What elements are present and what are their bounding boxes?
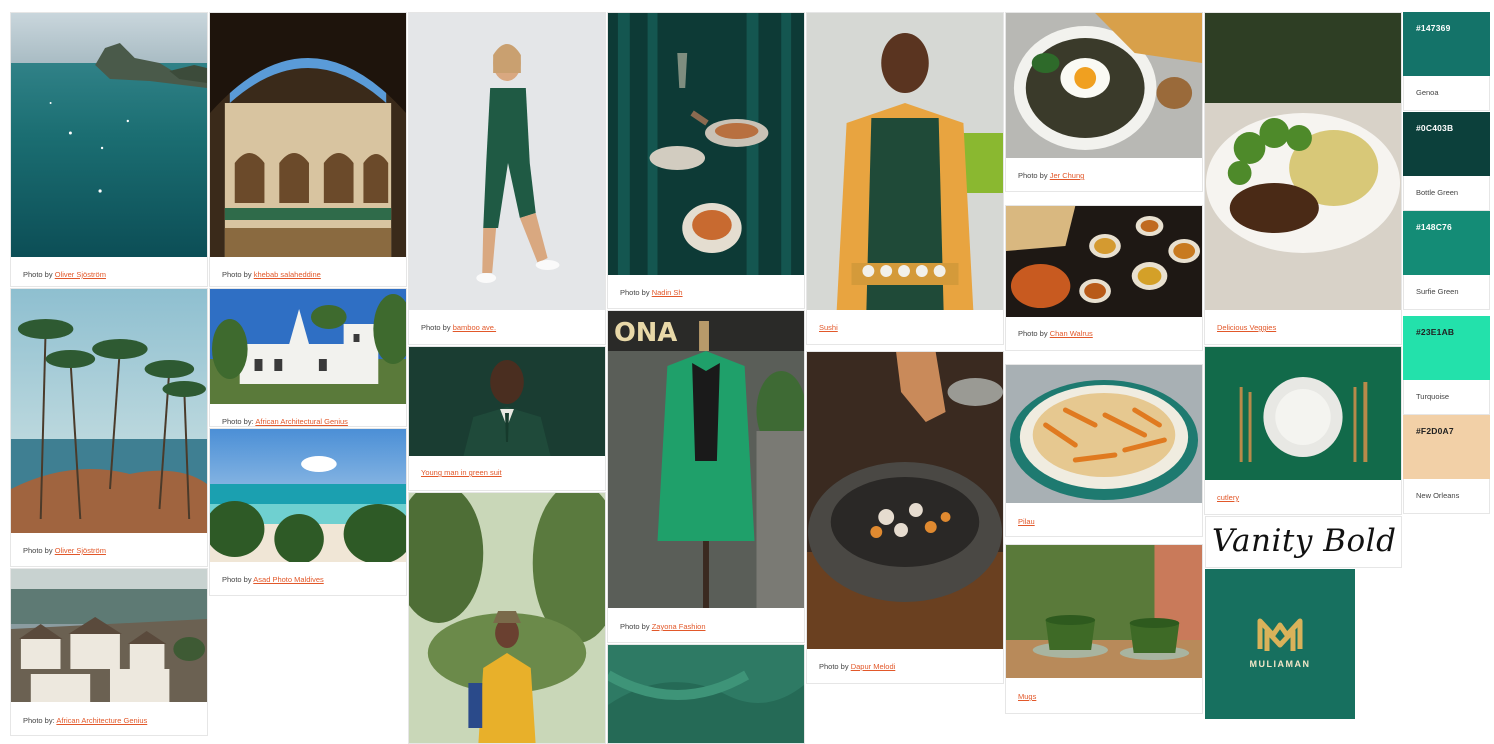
photo-card-white-villa[interactable]: Photo by: African Architectural Genius xyxy=(209,288,407,427)
photographer-link[interactable]: African Architectural Genius xyxy=(255,417,348,426)
plate-cutlery-photo xyxy=(1205,347,1401,480)
muliaman-logo-icon xyxy=(1257,618,1303,651)
swatch-hex: #148C76 xyxy=(1416,222,1452,232)
color-swatch-surfie-green[interactable]: #148C76 Surfie Green xyxy=(1403,211,1490,310)
chef-sushi-photo xyxy=(807,13,1003,310)
photo-card-beach[interactable]: Photo by Asad Photo Maldives xyxy=(209,428,407,596)
photographer-link[interactable]: bamboo ave. xyxy=(453,323,496,332)
swatch-hex: #F2D0A7 xyxy=(1416,426,1454,436)
photo-title-link[interactable]: Mugs xyxy=(1018,692,1036,701)
pilau-fries-photo xyxy=(1006,365,1202,503)
photographer-link[interactable]: Zayona Fashion xyxy=(652,622,706,631)
photographer-link[interactable]: African Architecture Genius xyxy=(56,716,147,725)
photo-title-link[interactable]: Sushi xyxy=(819,323,838,332)
swatch-color-block: #F2D0A7 xyxy=(1403,415,1490,479)
swatch-name: Genoa xyxy=(1416,88,1439,97)
green-mugs-photo xyxy=(1006,545,1202,678)
swatch-color-block: #147369 xyxy=(1403,12,1490,76)
photographer-link[interactable]: Asad Photo Maldives xyxy=(253,575,323,584)
brand-logo-card: MULIAMAN xyxy=(1205,569,1355,719)
caption-prefix: Photo by xyxy=(1018,329,1048,338)
ocean-cliffs-photo xyxy=(11,13,207,257)
swatch-color-block: #148C76 xyxy=(1403,211,1490,275)
photo-title-link[interactable]: Pilau xyxy=(1018,517,1035,526)
photographer-link[interactable]: Dapur Melodi xyxy=(851,662,896,671)
caption-prefix: Photo by xyxy=(620,622,650,631)
color-swatch-bottle-green[interactable]: #0C403B Bottle Green xyxy=(1403,112,1490,211)
color-swatch-new-orleans[interactable]: #F2D0A7 New Orleans xyxy=(1403,415,1490,514)
caption-prefix: Photo by xyxy=(222,575,252,584)
photo-card-stone-bowl[interactable]: Photo by Dapur Melodi xyxy=(806,351,1004,684)
caption-prefix: Photo by xyxy=(1018,171,1048,180)
tropical-beach-photo xyxy=(210,429,406,562)
photographer-link[interactable]: Nadin Sh xyxy=(652,288,683,297)
man-green-suit-photo xyxy=(409,347,605,456)
green-coat-mannequin-photo: ONA xyxy=(608,311,804,608)
photo-card-courtyard[interactable]: Photo by khebab salaheddine xyxy=(209,12,407,287)
photo-card-green-fabric[interactable] xyxy=(607,644,805,744)
caption-prefix: Photo by xyxy=(23,270,53,279)
swatch-hex: #0C403B xyxy=(1416,123,1454,133)
swatch-name: Bottle Green xyxy=(1416,188,1459,197)
photo-card-curtain-dishes[interactable]: Photo by Nadin Sh xyxy=(607,12,805,309)
photographer-link[interactable]: Jer Chung xyxy=(1050,171,1085,180)
egg-rice-bowl-photo xyxy=(1006,13,1202,158)
photo-title-link[interactable]: Delicious Veggies xyxy=(1217,323,1276,332)
woman-green-activewear-photo xyxy=(409,13,605,310)
coastal-village-photo xyxy=(11,569,207,702)
photographer-link[interactable]: Chan Walrus xyxy=(1050,329,1093,338)
photo-title-link[interactable]: Young man in green suit xyxy=(421,468,502,477)
font-sample-text: Vanity Bold xyxy=(1212,523,1397,559)
photo-card-green-suit[interactable]: Young man in green suit xyxy=(408,346,606,491)
photo-card-ocean[interactable]: Photo by Oliver Sjöström xyxy=(10,12,208,287)
svg-text:ONA: ONA xyxy=(614,318,677,348)
curry-spread-photo xyxy=(1006,206,1202,317)
photo-card-sushi-chef[interactable]: Sushi xyxy=(806,12,1004,345)
photographer-link[interactable]: khebab salaheddine xyxy=(254,270,321,279)
photo-card-village[interactable]: Photo by: African Architecture Genius xyxy=(10,568,208,736)
dishes-green-curtain-photo xyxy=(608,13,804,275)
caption-prefix: Photo by xyxy=(222,270,252,279)
photo-card-yellow-hoodie[interactable] xyxy=(408,492,606,744)
photo-card-athlete[interactable]: Photo by bamboo ave. xyxy=(408,12,606,345)
swatch-name: Surfie Green xyxy=(1416,287,1459,296)
courtyard-arches-photo xyxy=(210,13,406,257)
font-sample-card: Vanity Bold xyxy=(1205,516,1402,568)
photo-card-cutlery[interactable]: cutlery xyxy=(1204,346,1402,515)
white-villa-photo xyxy=(210,289,406,404)
caption-prefix: Photo by xyxy=(23,546,53,555)
photo-card-egg-bowl[interactable]: Photo by Jer Chung xyxy=(1005,12,1203,192)
photo-card-pilau[interactable]: Pilau xyxy=(1005,364,1203,537)
swatch-hex: #147369 xyxy=(1416,23,1451,33)
green-fabric-photo xyxy=(608,645,804,743)
stone-bowl-seasoning-photo xyxy=(807,352,1003,649)
photo-card-curry-spread[interactable]: Photo by Chan Walrus xyxy=(1005,205,1203,351)
swatch-color-block: #23E1AB xyxy=(1403,316,1490,380)
photo-card-veggies[interactable]: Delicious Veggies xyxy=(1204,12,1402,345)
broccoli-rice-plate-photo xyxy=(1205,13,1401,310)
swatch-hex: #23E1AB xyxy=(1416,327,1455,337)
photographer-link[interactable]: Oliver Sjöström xyxy=(55,546,106,555)
caption-prefix: Photo by: xyxy=(222,417,254,426)
color-swatch-genoa[interactable]: #147369 Genoa xyxy=(1403,12,1490,111)
color-swatch-turquoise[interactable]: #23E1AB Turquoise xyxy=(1403,316,1490,415)
caption-prefix: Photo by: xyxy=(23,716,55,725)
man-yellow-hoodie-photo xyxy=(409,493,605,743)
photographer-link[interactable]: Oliver Sjöström xyxy=(55,270,106,279)
photo-card-green-coat[interactable]: ONA Photo by Zayona Fashion xyxy=(607,310,805,643)
caption-prefix: Photo by xyxy=(819,662,849,671)
swatch-name: New Orleans xyxy=(1416,491,1460,500)
photo-card-palms[interactable]: Photo by Oliver Sjöström xyxy=(10,288,208,567)
photo-title-link[interactable]: cutlery xyxy=(1217,493,1239,502)
photo-card-mugs[interactable]: Mugs xyxy=(1005,544,1203,714)
swatch-name: Turquoise xyxy=(1416,392,1450,401)
caption-prefix: Photo by xyxy=(421,323,451,332)
logo-wordmark: MULIAMAN xyxy=(1249,659,1311,669)
palm-trees-photo xyxy=(11,289,207,533)
caption-prefix: Photo by xyxy=(620,288,650,297)
swatch-color-block: #0C403B xyxy=(1403,112,1490,176)
